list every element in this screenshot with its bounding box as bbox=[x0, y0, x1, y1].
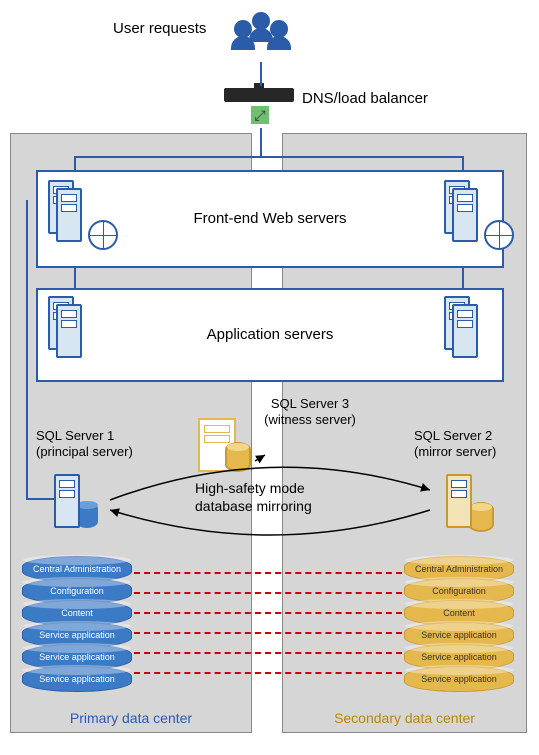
mirror-dash bbox=[134, 592, 402, 594]
users-icon bbox=[234, 12, 290, 58]
app-server-right bbox=[452, 304, 482, 362]
sql3-name: SQL Server 3 bbox=[250, 396, 370, 411]
sql1-name: SQL Server 1 bbox=[36, 428, 114, 443]
db-disk: Service application bbox=[22, 666, 132, 692]
app-tier-label: Application servers bbox=[38, 326, 502, 343]
expand-icon: ⤢ bbox=[251, 106, 269, 124]
secondary-dc-label: Secondary data center bbox=[283, 710, 526, 726]
sql3-db-icon bbox=[225, 442, 251, 472]
sql2-role: (mirror server) bbox=[414, 444, 496, 459]
mirror-line2: database mirroring bbox=[195, 498, 312, 514]
app-tier: Application servers bbox=[36, 288, 504, 382]
mirror-dash bbox=[134, 632, 402, 634]
mirror-line1: High-safety mode bbox=[195, 480, 305, 496]
sql1-server-icon bbox=[54, 474, 80, 532]
secondary-db-stack: Central Administration Configuration Con… bbox=[404, 560, 514, 692]
web-tier: Front-end Web servers bbox=[36, 170, 504, 268]
web-server-right bbox=[452, 188, 482, 246]
db-disk: Service application bbox=[404, 666, 514, 692]
user-requests-label: User requests bbox=[113, 20, 206, 37]
web-server-left bbox=[56, 188, 86, 246]
primary-db-stack: Central Administration Configuration Con… bbox=[22, 560, 132, 692]
mirror-dash bbox=[134, 612, 402, 614]
mirror-dash bbox=[134, 572, 402, 574]
sql2-server-icon bbox=[446, 474, 472, 532]
dns-label: DNS/load balancer bbox=[302, 90, 428, 107]
mirror-dash bbox=[134, 652, 402, 654]
sql2-name: SQL Server 2 bbox=[414, 428, 492, 443]
app-server-left bbox=[56, 304, 86, 362]
sql1-role: (principal server) bbox=[36, 444, 133, 459]
router-icon bbox=[224, 88, 294, 102]
mirror-dash bbox=[134, 672, 402, 674]
primary-dc-label: Primary data center bbox=[11, 710, 251, 726]
globe-icon-right bbox=[484, 220, 514, 250]
sql3-role: (witness server) bbox=[250, 412, 370, 427]
globe-icon-left bbox=[88, 220, 118, 250]
